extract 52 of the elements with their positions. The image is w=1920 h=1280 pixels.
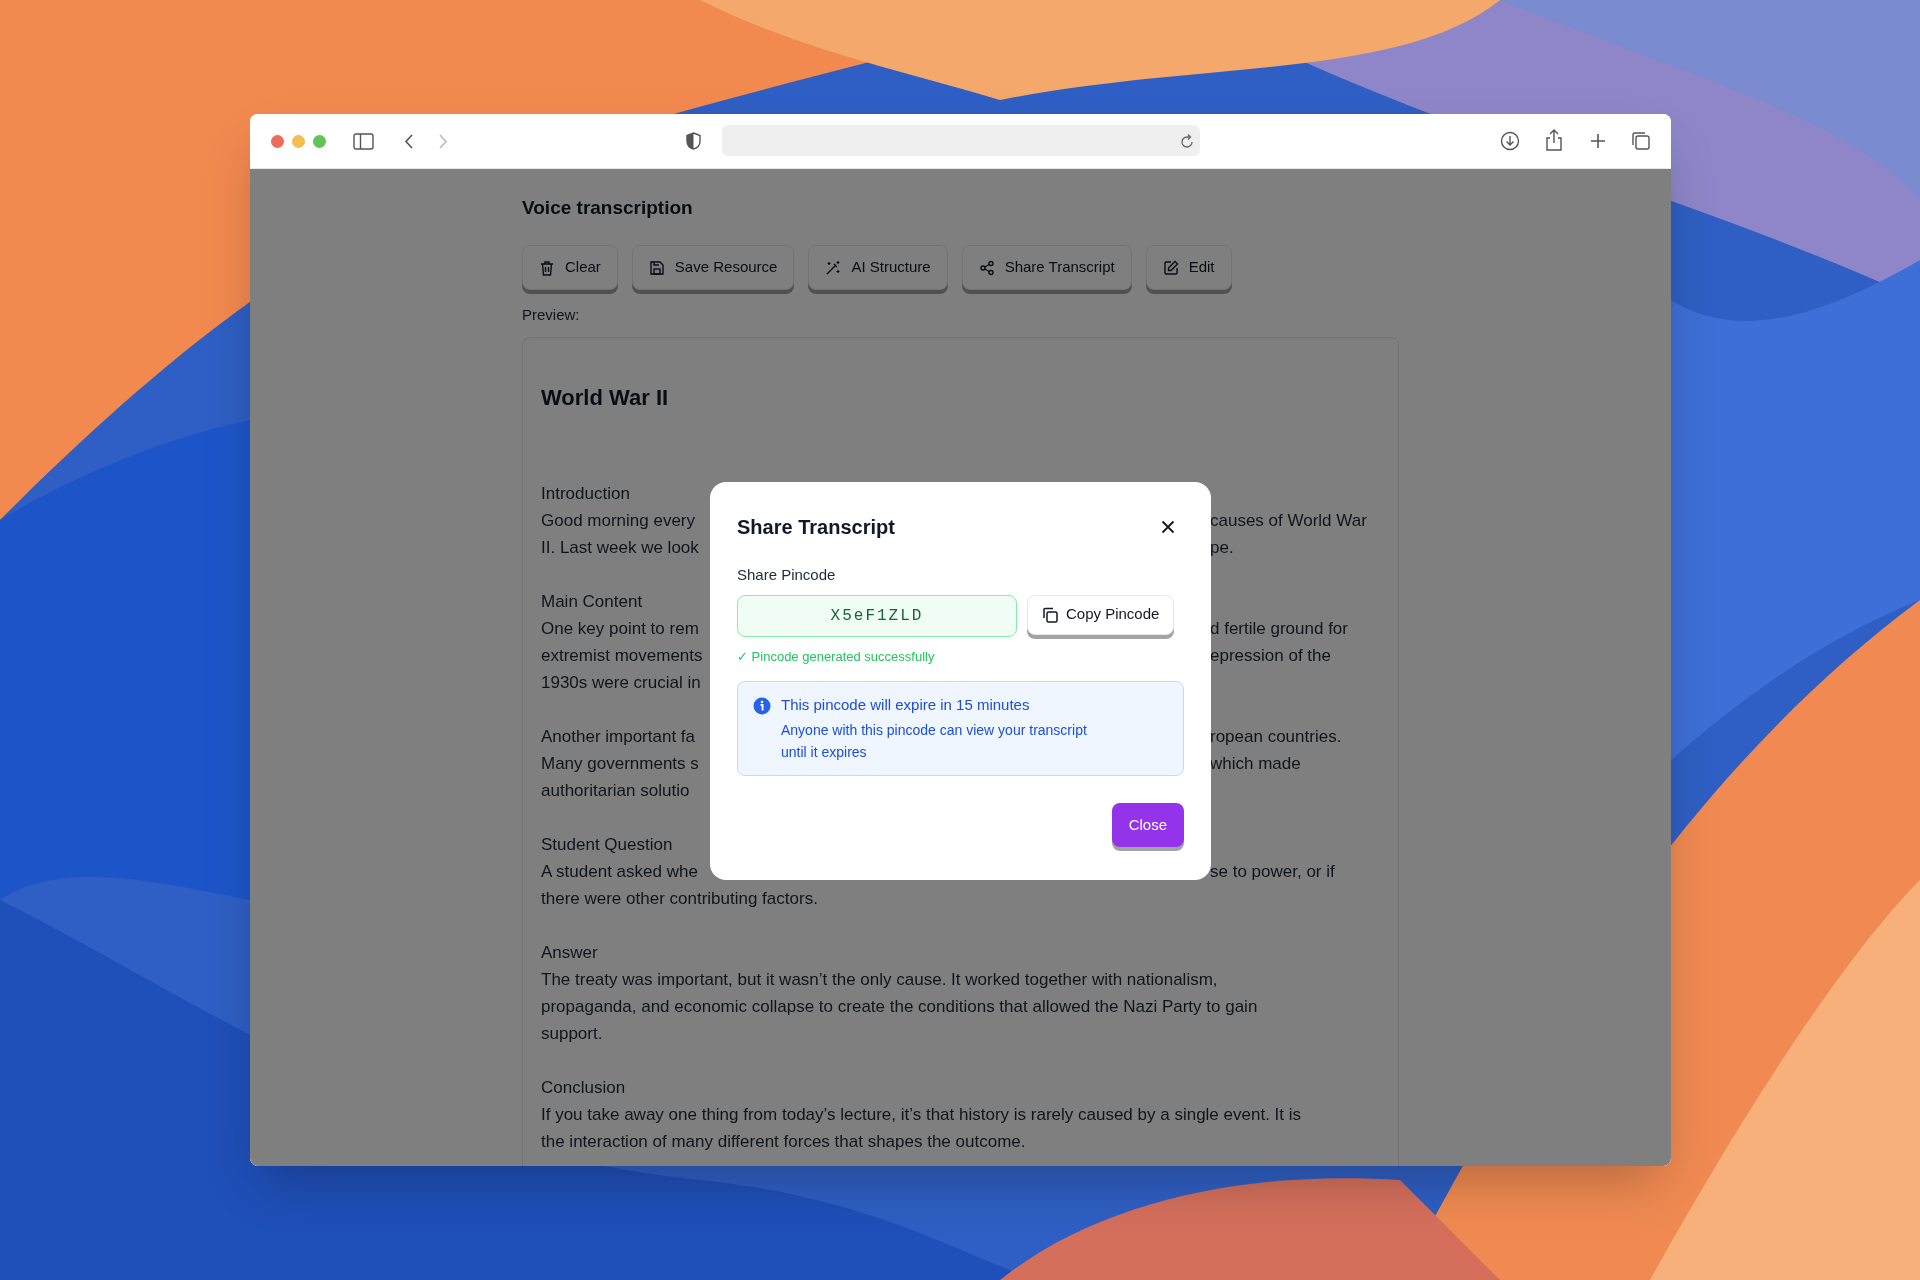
pincode-field[interactable]: X5eF1ZLD bbox=[737, 594, 1017, 637]
new-tab-icon[interactable] bbox=[1590, 133, 1606, 149]
info-title: This pincode will expire in 15 minutes bbox=[781, 695, 1031, 715]
share-icon bbox=[978, 259, 995, 276]
shield-icon[interactable] bbox=[686, 132, 701, 150]
transcript-line: epression of the bbox=[1210, 645, 1331, 667]
transcript-line: The treaty was important, but it wasn’t the only cause. It worked together with nationalism, bbox=[541, 969, 1218, 991]
preview-heading: World War II bbox=[541, 384, 670, 412]
field-label: Share Pincode bbox=[737, 565, 837, 585]
magic-wand-icon bbox=[825, 259, 842, 276]
transcript-line: Good morning every bbox=[541, 511, 696, 530]
transcript-line: Another important fa bbox=[541, 727, 696, 746]
transcript-line: Introduction bbox=[541, 483, 630, 505]
transcript-line: If you take away one thing from today’s lecture, it’s that history is rarely caused by a single event. It is bbox=[541, 1104, 1302, 1126]
transcript-line: ropean countries. bbox=[1210, 726, 1342, 748]
back-icon[interactable] bbox=[404, 133, 414, 150]
transcript-line: there were other contributing factors. bbox=[541, 888, 818, 910]
success-message: ✓ Pincode generated successfully bbox=[737, 647, 936, 666]
trash-icon bbox=[539, 259, 555, 276]
transcript-line: One key point to rem bbox=[541, 619, 699, 638]
transcript-line: Many governments s bbox=[541, 754, 699, 773]
edit-icon bbox=[1162, 259, 1179, 276]
reload-icon[interactable] bbox=[1180, 133, 1194, 149]
transcript-line: Main Content bbox=[541, 591, 643, 613]
transcript-line: Answer bbox=[541, 942, 598, 964]
transcript-line: the interaction of many different forces that shapes the outcome. bbox=[541, 1131, 1026, 1153]
transcript-line: which made bbox=[1210, 753, 1301, 775]
transcript-line: d fertile ground for bbox=[1210, 618, 1348, 640]
transcript-line: A student asked whe bbox=[541, 862, 698, 881]
share-icon[interactable] bbox=[1545, 129, 1563, 152]
transcript-line: Student Question bbox=[541, 834, 673, 856]
transcript-line: II. Last week we look bbox=[541, 538, 699, 557]
page-title: Voice transcription bbox=[522, 196, 694, 220]
transcript-line: propaganda, and economic collapse to create the conditions that allowed the Nazi Party to gain bbox=[541, 996, 1258, 1018]
transcript-line: Conclusion bbox=[541, 1077, 626, 1099]
preview-label: Preview: bbox=[522, 305, 581, 325]
sidebar-icon[interactable] bbox=[353, 133, 374, 150]
transcript-line: 1930s were crucial in bbox=[541, 673, 701, 692]
transcript-line: se to power, or if bbox=[1210, 861, 1335, 883]
transcript-line: pe. bbox=[1210, 537, 1234, 559]
transcript-line: support. bbox=[541, 1023, 603, 1045]
dialog-title: Share Transcript bbox=[737, 515, 895, 540]
transcript-line: authoritarian solutio bbox=[541, 781, 690, 800]
transcript-line: causes of World War bbox=[1210, 510, 1367, 532]
info-text: Anyone with this pincode can view your transcript until it expires bbox=[781, 721, 1088, 762]
close-window-button[interactable] bbox=[271, 135, 284, 148]
info-icon bbox=[753, 697, 771, 715]
close-icon[interactable] bbox=[1161, 520, 1175, 534]
copy-icon bbox=[1042, 606, 1058, 623]
download-icon[interactable] bbox=[1500, 131, 1520, 151]
transcript-line: extremist movements bbox=[541, 646, 703, 665]
tabs-overview-icon[interactable] bbox=[1631, 131, 1651, 151]
